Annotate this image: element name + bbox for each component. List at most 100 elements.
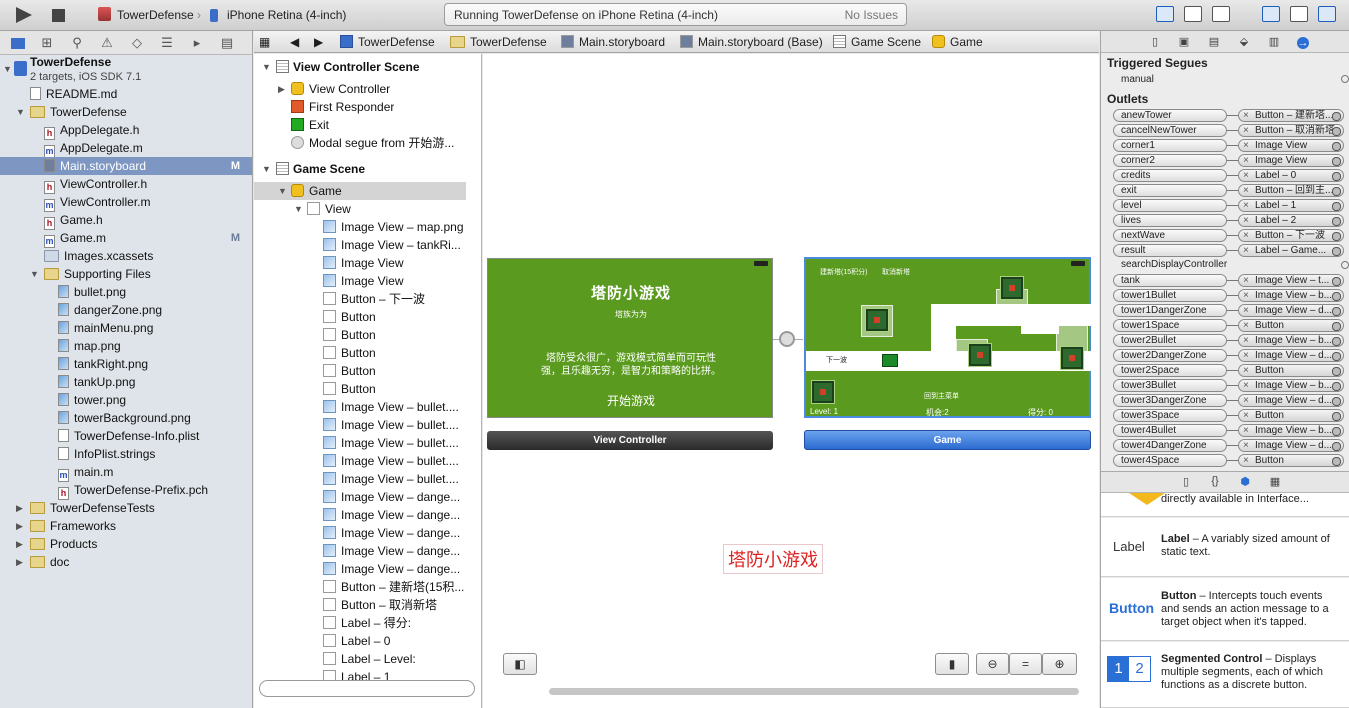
debug-toggle-icon[interactable] bbox=[1290, 6, 1308, 22]
file-tree-item[interactable]: Supporting Files ▼ bbox=[0, 265, 252, 283]
outline-item[interactable]: Image View – dange... bbox=[323, 506, 468, 524]
log-icon[interactable]: ▤ bbox=[220, 36, 234, 50]
outlet-target[interactable]: Button bbox=[1238, 454, 1344, 467]
outline-item[interactable]: Button – 取消新塔 bbox=[323, 596, 468, 614]
zoom-in-button[interactable]: ⊕ bbox=[1042, 653, 1077, 675]
outline-filter-input[interactable] bbox=[259, 680, 475, 697]
media-library-icon[interactable]: ▦ bbox=[1268, 475, 1282, 489]
outlet-name[interactable]: tower1Space bbox=[1113, 319, 1227, 332]
outlet-target[interactable]: Image View – d... bbox=[1238, 304, 1344, 317]
disclosure-icon[interactable]: ▼ bbox=[16, 103, 25, 121]
outlet-target[interactable]: Button bbox=[1238, 409, 1344, 422]
library-item[interactable]: directly available in Interface... bbox=[1101, 493, 1349, 517]
outlet-target[interactable]: Image View – d... bbox=[1238, 394, 1344, 407]
outlet-name[interactable]: level bbox=[1113, 199, 1227, 212]
file-tree-item[interactable]: map.png bbox=[0, 337, 252, 355]
jump-bar-item[interactable]: Main.storyboard (Base) bbox=[680, 35, 823, 49]
main-menu-button[interactable]: 回到主菜单 bbox=[924, 391, 959, 401]
build-tower-button[interactable]: 建新塔(15积分) bbox=[820, 267, 867, 277]
outline-item[interactable]: Label – Level: bbox=[323, 650, 468, 668]
file-tree-item[interactable]: InfoPlist.strings bbox=[0, 445, 252, 463]
jump-bar-item[interactable]: Main.storyboard bbox=[561, 35, 665, 49]
outlet-name[interactable]: result bbox=[1113, 244, 1227, 257]
outlet-name[interactable]: tower2Bullet bbox=[1113, 334, 1227, 347]
segue-icon[interactable] bbox=[779, 331, 795, 347]
outline-item[interactable]: Image View – bullet.... bbox=[323, 434, 468, 452]
code-snippet-icon[interactable]: {} bbox=[1208, 475, 1222, 489]
outlet-name[interactable]: cancelNewTower bbox=[1113, 124, 1227, 137]
vc-scene-header[interactable]: View Controller Scene bbox=[293, 58, 420, 76]
navigator-toggle-icon[interactable] bbox=[1262, 6, 1280, 22]
outlet-name[interactable]: tower1DangerZone bbox=[1113, 304, 1227, 317]
file-tree-item[interactable]: TowerDefenseTests ▶ bbox=[0, 499, 252, 517]
outline-item[interactable]: Image View bbox=[323, 254, 468, 272]
file-tree-item[interactable]: TowerDefense ▼ bbox=[0, 103, 252, 121]
back-button[interactable]: ◀ bbox=[290, 35, 299, 49]
disclosure-icon[interactable]: ▼ bbox=[3, 64, 12, 74]
outline-item[interactable]: Image View – dange... bbox=[323, 524, 468, 542]
cancel-tower-button[interactable]: 取消新塔 bbox=[882, 267, 910, 277]
file-tree-item[interactable]: m AppDelegate.m bbox=[0, 139, 252, 158]
debug-icon[interactable]: ☰ bbox=[160, 36, 174, 50]
file-tree-item[interactable]: h AppDelegate.h bbox=[0, 121, 252, 140]
outline-item[interactable]: Image View – dange... bbox=[323, 542, 468, 560]
outlet-name[interactable]: tower3Space bbox=[1113, 409, 1227, 422]
disclosure-icon[interactable]: ▼ bbox=[278, 186, 287, 196]
outline-item[interactable]: View Controller bbox=[291, 80, 390, 98]
outlet-target[interactable]: Label – 1 bbox=[1238, 199, 1344, 212]
game-scene[interactable]: 建新塔(15积分) 取消新塔 下一波 回到主菜单 Level: 1 机会:2 得… bbox=[804, 257, 1091, 418]
disclosure-icon[interactable]: ▶ bbox=[16, 517, 23, 535]
file-tree-item[interactable]: m Game.m M bbox=[0, 229, 252, 248]
outlet-target[interactable]: Image View – b... bbox=[1238, 289, 1344, 302]
outline-item[interactable]: Button bbox=[323, 380, 468, 398]
outlet-target[interactable]: Button bbox=[1238, 364, 1344, 377]
file-tree-item[interactable]: dangerZone.png bbox=[0, 301, 252, 319]
file-tree-item[interactable]: tankUp.png bbox=[0, 373, 252, 391]
disclosure-icon[interactable]: ▼ bbox=[294, 204, 303, 214]
attributes-inspector-icon[interactable]: ⬙ bbox=[1237, 35, 1251, 49]
library-item-label[interactable]: Label Label – A variably sized amount of… bbox=[1101, 518, 1349, 577]
outlet-name[interactable]: tower2DangerZone bbox=[1113, 349, 1227, 362]
outline-item[interactable]: Exit bbox=[291, 116, 329, 134]
folder-icon[interactable] bbox=[11, 38, 25, 49]
utilities-toggle-icon[interactable] bbox=[1318, 6, 1336, 22]
file-tree-item[interactable]: Images.xcassets bbox=[0, 247, 252, 265]
outlet-target[interactable]: Image View – t... bbox=[1238, 274, 1344, 287]
file-tree-item[interactable]: h Game.h bbox=[0, 211, 252, 230]
issues-status[interactable]: No Issues bbox=[845, 8, 898, 22]
test-icon[interactable]: ◇ bbox=[130, 36, 144, 50]
canvas-scrollbar[interactable] bbox=[549, 688, 1079, 695]
file-tree-item[interactable]: README.md bbox=[0, 85, 252, 103]
outlet-target[interactable]: Button – 回到主... bbox=[1238, 184, 1344, 197]
file-tree-item[interactable]: bullet.png bbox=[0, 283, 252, 301]
zoom-out-button[interactable]: ⊖ bbox=[976, 653, 1009, 675]
scheme-selector[interactable]: TowerDefense bbox=[117, 8, 194, 22]
file-tree-item[interactable]: TowerDefense-Info.plist bbox=[0, 427, 252, 445]
search-icon[interactable]: ⚲ bbox=[70, 36, 84, 50]
disclosure-icon[interactable]: ▶ bbox=[16, 535, 23, 553]
outline-item[interactable]: Image View – bullet.... bbox=[323, 398, 468, 416]
stop-button[interactable] bbox=[52, 9, 65, 22]
outline-item[interactable]: Label – 得分: bbox=[323, 614, 468, 632]
view-controller-scene-bar[interactable]: View Controller bbox=[487, 431, 773, 450]
outline-item[interactable]: Button bbox=[323, 344, 468, 362]
file-tree-item[interactable]: towerBackground.png bbox=[0, 409, 252, 427]
file-tree-item[interactable]: mainMenu.png bbox=[0, 319, 252, 337]
outline-item[interactable]: First Responder bbox=[291, 98, 394, 116]
outlet-name[interactable]: tank bbox=[1113, 274, 1227, 287]
start-game-button[interactable]: 开始游戏 bbox=[488, 392, 774, 409]
storyboard-canvas[interactable]: 塔防小游戏 塔族为为 塔防受众很广，游戏模式简单而可玩性 强，且乐趣无穷，是智力… bbox=[483, 54, 1099, 708]
symbol-icon[interactable]: ⊞ bbox=[40, 36, 54, 50]
disclosure-icon[interactable]: ▶ bbox=[16, 499, 23, 517]
outlet-name[interactable]: tower3DangerZone bbox=[1113, 394, 1227, 407]
connection-circle-icon[interactable] bbox=[1341, 75, 1349, 83]
jump-bar-item[interactable]: TowerDefense bbox=[340, 35, 435, 49]
breakpoint-icon[interactable]: ▸ bbox=[190, 36, 204, 50]
warning-icon[interactable]: ⚠ bbox=[100, 36, 114, 50]
outlet-name[interactable]: tower4Space bbox=[1113, 454, 1227, 467]
outlet-name[interactable]: corner1 bbox=[1113, 139, 1227, 152]
file-tree-item[interactable]: doc ▶ bbox=[0, 553, 252, 571]
device-selector[interactable]: iPhone Retina (4-inch) bbox=[227, 8, 346, 22]
outline-item[interactable]: Image View – dange... bbox=[323, 560, 468, 578]
outlet-name[interactable]: credits bbox=[1113, 169, 1227, 182]
